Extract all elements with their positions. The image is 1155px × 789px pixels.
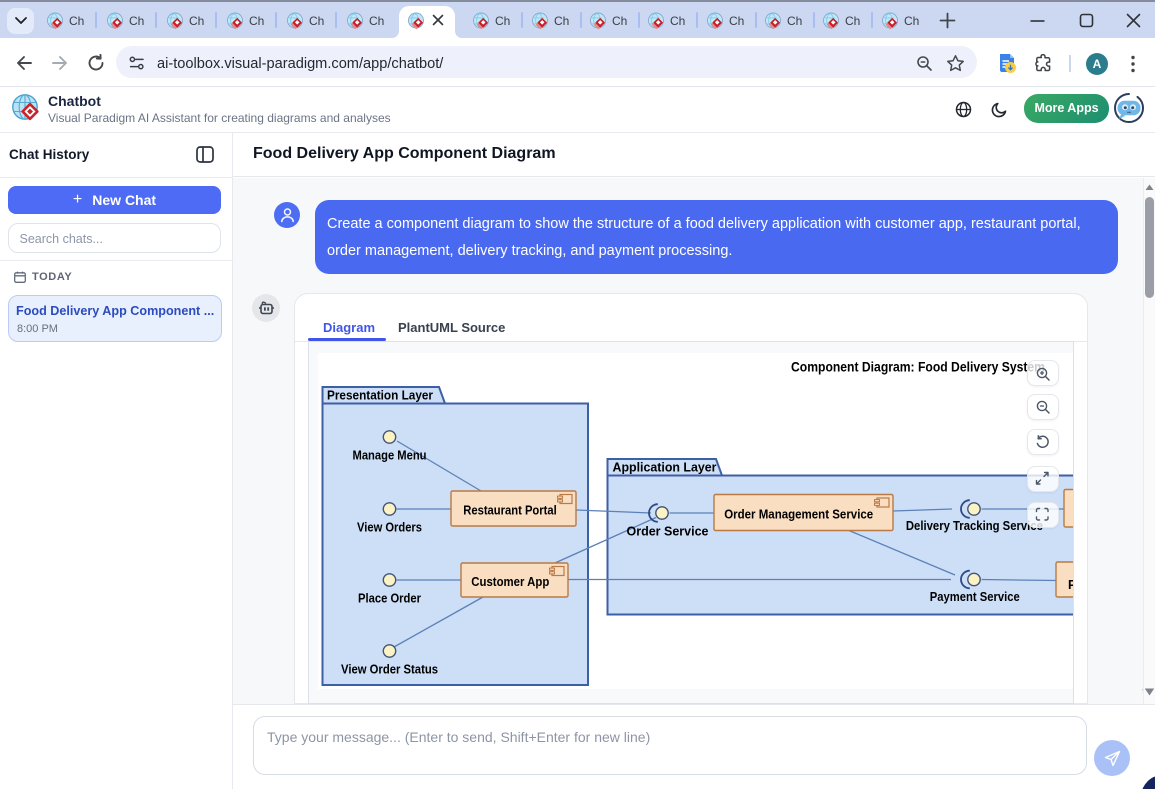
svg-text:Presentation Layer: Presentation Layer <box>327 389 433 403</box>
svg-text:Payment Service: Payment Service <box>929 590 1019 604</box>
svg-text:Place Order: Place Order <box>358 592 421 606</box>
svg-text:Application Layer: Application Layer <box>612 461 716 475</box>
svg-text:Order Service: Order Service <box>626 525 708 539</box>
svg-text:Payment Gateway: Payment Gateway <box>1068 578 1074 592</box>
svg-text:Order Management Service: Order Management Service <box>724 508 873 522</box>
svg-text:Delivery Tracking Service: Delivery Tracking Service <box>905 519 1042 533</box>
svg-text:Customer App: Customer App <box>471 575 549 589</box>
svg-text:Component Diagram: Food Delive: Component Diagram: Food Delivery System <box>791 360 1045 375</box>
svg-text:View Order Status: View Order Status <box>341 663 438 677</box>
svg-text:Restaurant Portal: Restaurant Portal <box>463 504 557 518</box>
svg-text:View Orders: View Orders <box>357 521 422 535</box>
svg-text:Manage Menu: Manage Menu <box>352 449 426 463</box>
